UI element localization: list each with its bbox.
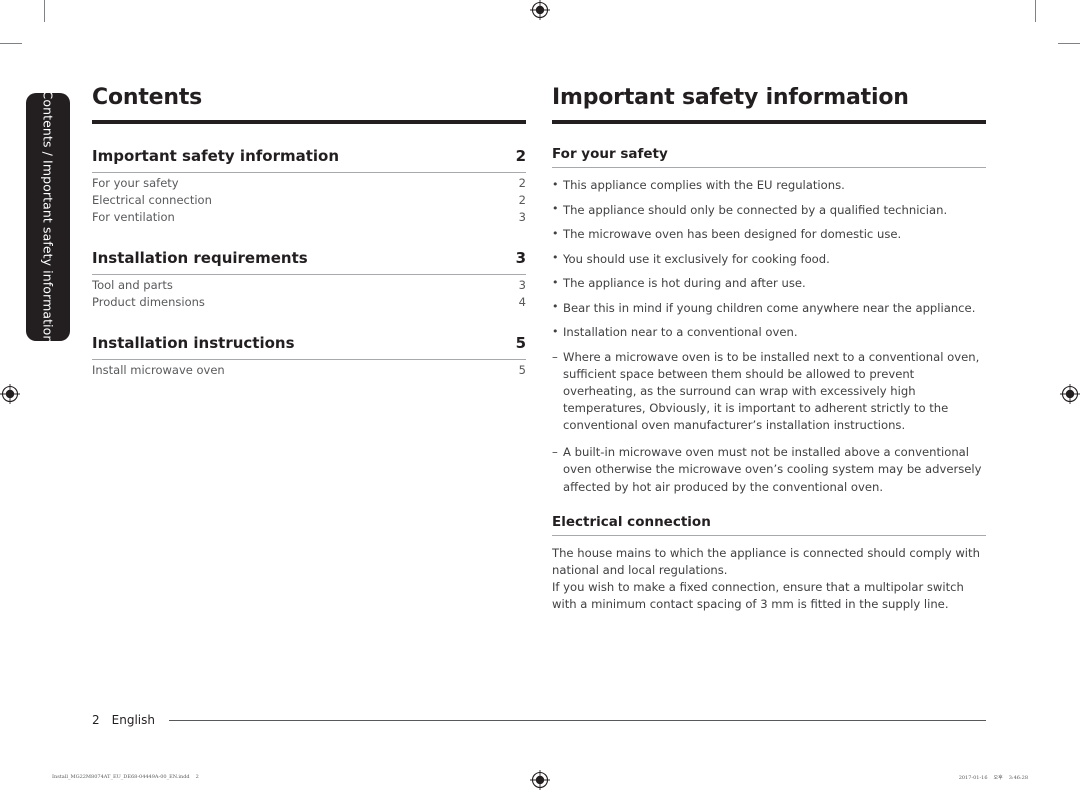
section-heading-rule [552,167,986,169]
toc-entry-main[interactable]: Important safety information 2 [92,146,526,173]
section-paragraph: The house mains to which the appliance i… [552,545,980,577]
toc-entry-sub[interactable]: Install microwave oven 5 [92,362,526,379]
toc-spacer [92,234,526,248]
toc-entry-page: 4 [518,294,526,309]
contents-column: Contents Important safety information 2 Fo… [92,85,526,387]
safety-column: Important safety information For your sa… [552,85,986,631]
safety-title-rule [552,120,986,125]
registration-mark-bottom [530,770,550,790]
toc-entry-page: 3 [518,209,526,224]
print-slug-filename-group: Install_MG22M8074AT_EU_DE68-04449A-00_EN… [52,774,199,780]
dash-item: Where a microwave oven is to be installe… [552,349,986,435]
toc-entry-title: Installation instructions [92,333,295,352]
registration-mark-right [1060,384,1080,404]
contents-title-rule [92,120,526,125]
toc-spacer [92,319,526,333]
toc-entry-sub[interactable]: For ventilation 3 [92,209,526,226]
dash-item: A built-in microwave oven must not be in… [552,444,986,495]
bullet-item: Installation near to a conventional oven… [552,324,986,340]
dash-list: Where a microwave oven is to be installe… [552,349,986,496]
bullet-item: You should use it exclusively for cookin… [552,250,986,267]
bullet-item: The appliance should only be connected b… [552,201,986,218]
safety-title: Important safety information [552,85,909,110]
toc-entry-page: 5 [515,333,526,352]
toc-entry-sub[interactable]: Tool and parts 3 [92,277,526,294]
toc-entry-title: Important safety information [92,147,340,166]
print-slug-filename: Install_MG22M8074AT_EU_DE68-04449A-00_EN… [52,774,190,780]
toc-entry-title: Install microwave oven [92,362,225,377]
toc-entry-title: For your safety [92,175,179,190]
section-heading: For your safety [552,146,668,163]
footer-page-number: 2 [92,713,100,727]
crop-mark-top-right [1035,0,1036,22]
bullet-list: This appliance complies with the EU regu… [552,177,986,340]
print-slug-meridiem: 오후 [993,775,1003,781]
page-footer: 2 English [92,713,986,727]
safety-section: For your safety This appliance complies w… [552,146,986,496]
toc-entry-title: Tool and parts [92,277,173,292]
toc-group: Important safety information 2 For your sa… [92,146,526,226]
toc-entry-sub[interactable]: Product dimensions 4 [92,294,526,311]
bullet-item: Bear this in mind if young children come… [552,299,986,316]
toc-entry-page: 5 [518,362,526,377]
toc-group: Installation requirements 3 Tool and parts… [92,248,526,311]
toc-entry-title: Electrical connection [92,192,212,207]
bullet-item: This appliance complies with the EU regu… [552,177,986,193]
registration-mark-left [0,384,20,404]
bullet-item: The appliance is hot during and after us… [552,275,986,291]
toc-entry-title: Product dimensions [92,294,205,309]
crop-mark-left-top [0,43,22,44]
crop-mark-top-left [44,0,45,22]
section-paragraph: If you wish to make a fixed connection, … [552,579,964,611]
toc-entry-page: 2 [515,147,526,166]
footer-language-label: English [111,713,155,727]
print-slug-page: 2 [195,774,199,780]
toc-entry-sub[interactable]: For your safety 2 [92,175,526,192]
table-of-contents: Important safety information 2 For your sa… [92,146,526,378]
print-slug-timestamp-group: 2017-01-16 오후 3:46:28 [959,774,1028,781]
contents-title: Contents [92,85,203,110]
print-slug-time: 3:46:28 [1008,775,1028,781]
chapter-side-tab: Contents / Important safety information [26,90,70,344]
bullet-item: The microwave oven has been designed for… [552,226,986,242]
safety-section: Electrical connection The house mains to … [552,514,986,613]
toc-entry-page: 3 [518,277,526,292]
toc-entry-title: For ventilation [92,209,175,224]
section-heading-rule [552,534,986,536]
section-heading: Electrical connection [552,513,711,530]
toc-entry-title: Installation requirements [92,248,308,267]
toc-entry-sub[interactable]: Electrical connection 2 [92,192,526,209]
registration-mark-top [530,0,550,20]
safety-sections: For your safety This appliance complies w… [552,146,986,612]
toc-entry-main[interactable]: Installation requirements 3 [92,248,526,275]
toc-entry-main[interactable]: Installation instructions 5 [92,333,526,360]
toc-entry-page: 2 [518,175,526,190]
toc-entry-page: 2 [518,192,526,207]
toc-entry-page: 3 [515,248,526,267]
crop-mark-right-top [1058,43,1080,44]
chapter-side-tab-label: Contents / Important safety information [40,90,56,344]
footer-rule [168,719,986,721]
print-slug-date: 2017-01-16 [958,775,988,781]
toc-group: Installation instructions 5 Install microw… [92,333,526,379]
